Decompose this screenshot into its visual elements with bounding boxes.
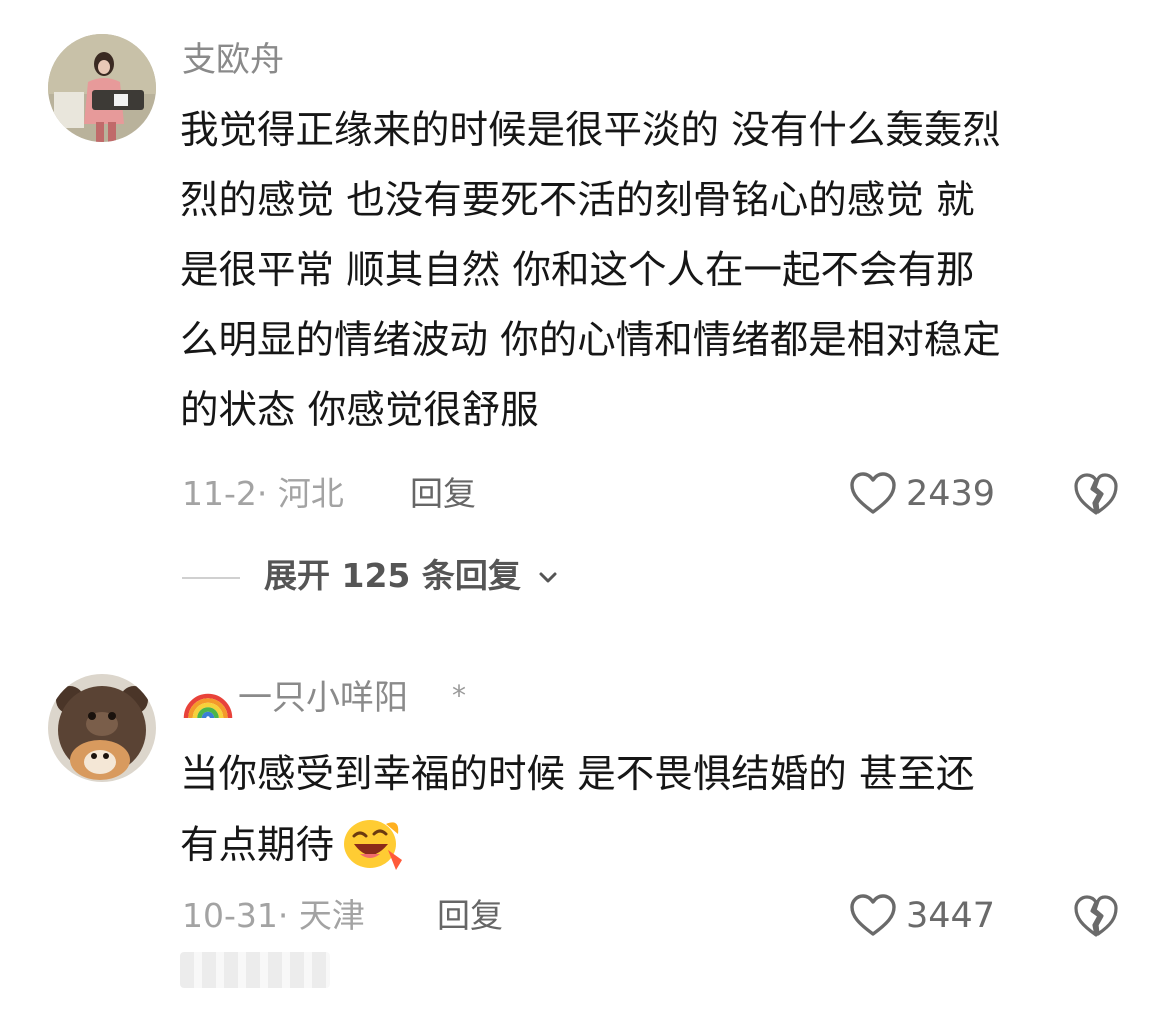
comment-text: 当你感受到幸福的时候 是不畏惧结婚的 甚至还 有点期待 [180,740,1130,881]
comment-text: 我觉得正缘来的时候是很平淡的 没有什么轰轰烈 烈的感觉 也没有要死不活的刻骨铭心… [180,96,1130,446]
avatar-image [48,34,156,142]
comment-line: 我觉得正缘来的时候是很平淡的 没有什么轰轰烈 [180,108,1001,153]
heart-outline-icon [850,894,896,936]
avatar[interactable] [48,34,156,142]
like-count: 3447 [906,896,996,936]
comment-line: 的状态 你感觉很舒服 [180,388,539,433]
comment-line-text: 有点期待 [180,823,335,868]
comment-line: 么明显的情绪波动 你的心情和情绪都是相对稳定 [180,318,1001,363]
chevron-down-icon [539,572,557,583]
reply-button[interactable]: 回复 [410,472,476,516]
broken-heart-icon[interactable] [1072,892,1120,940]
comment-line: 是很平常 顺其自然 你和这个人在一起不会有那 [180,248,975,293]
like-count: 2439 [906,474,996,514]
comment-line: 有点期待 [180,810,1130,881]
expand-replies-label: 展开 125 条回复 [264,556,521,595]
comment-meta: 11-2· 河北 [182,474,344,513]
author-badge: * [452,679,466,712]
divider [182,577,240,579]
comment-list: 支欧舟 我觉得正缘来的时候是很平淡的 没有什么轰轰烈 烈的感觉 也没有要死不活的… [0,0,1170,1010]
comment-meta: 10-31· 天津 [182,896,365,935]
comment-line: 烈的感觉 也没有要死不活的刻骨铭心的感觉 就 [180,178,975,223]
comment-line: 当你感受到幸福的时候 是不畏惧结婚的 甚至还 [180,752,975,797]
username[interactable]: 支欧舟 [182,38,284,82]
obscured-content [180,952,330,988]
username[interactable]: 一只小咩阳 [238,676,408,720]
reply-button[interactable]: 回复 [437,894,503,938]
expand-replies-button[interactable]: 展开 125 条回复 [182,552,602,602]
broken-heart-icon[interactable] [1072,470,1120,518]
rainbow-icon [183,693,233,719]
laughing-face-icon [344,820,403,870]
heart-outline-icon [850,472,896,514]
avatar[interactable] [48,674,156,782]
avatar-image [48,674,156,782]
